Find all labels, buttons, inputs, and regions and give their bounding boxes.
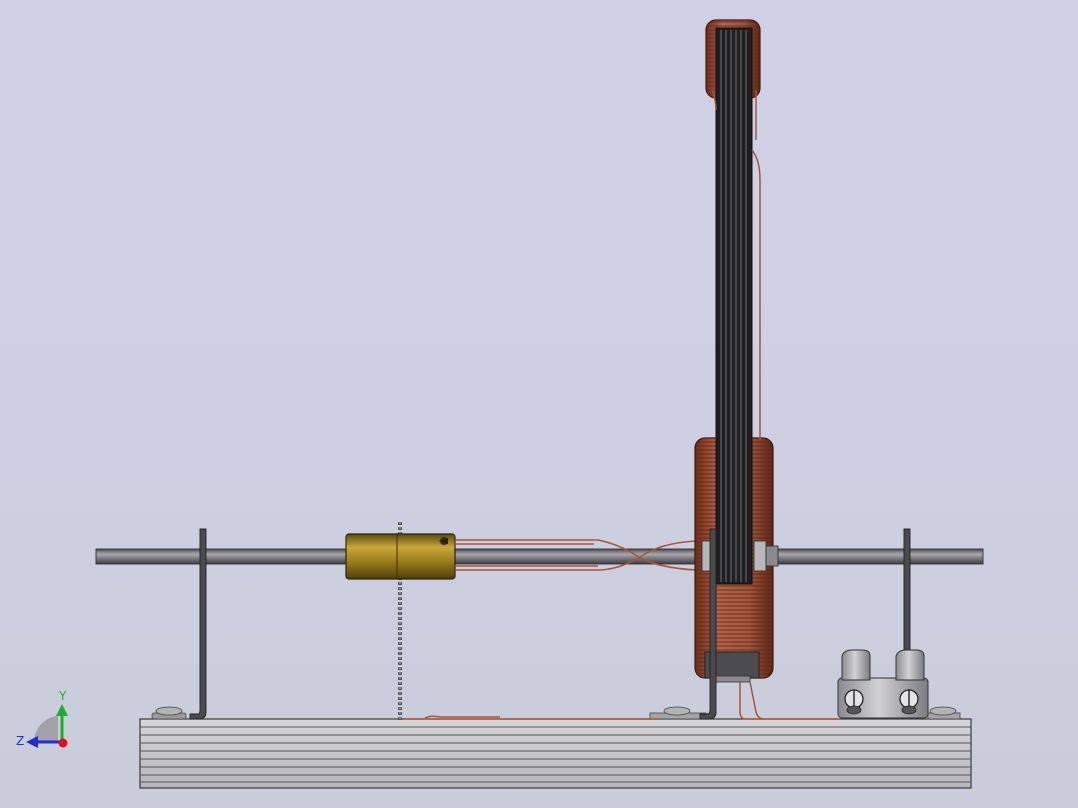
base-wiring [404,681,840,720]
right-support-bracket[interactable] [903,528,911,655]
z-axis-arrowhead [26,736,38,748]
model-scene: Y Z [16,19,984,789]
z-axis-label: Z [16,734,24,748]
x-axis-dot [58,738,68,748]
base-plate[interactable] [139,718,972,789]
horizontal-shaft[interactable] [95,548,984,565]
cad-viewport[interactable]: Y Z [0,0,1078,808]
laminated-core[interactable] [715,27,753,585]
y-axis-arrowhead [56,704,68,716]
terminal-block[interactable] [837,649,929,719]
y-axis-label: Y [58,689,67,703]
base-screw-left[interactable] [151,706,187,720]
axis-triad[interactable]: Y Z [16,689,68,748]
base-screw-right[interactable] [927,706,961,720]
brass-cylinder[interactable] [345,533,456,580]
base-screw-middle[interactable] [649,706,707,720]
